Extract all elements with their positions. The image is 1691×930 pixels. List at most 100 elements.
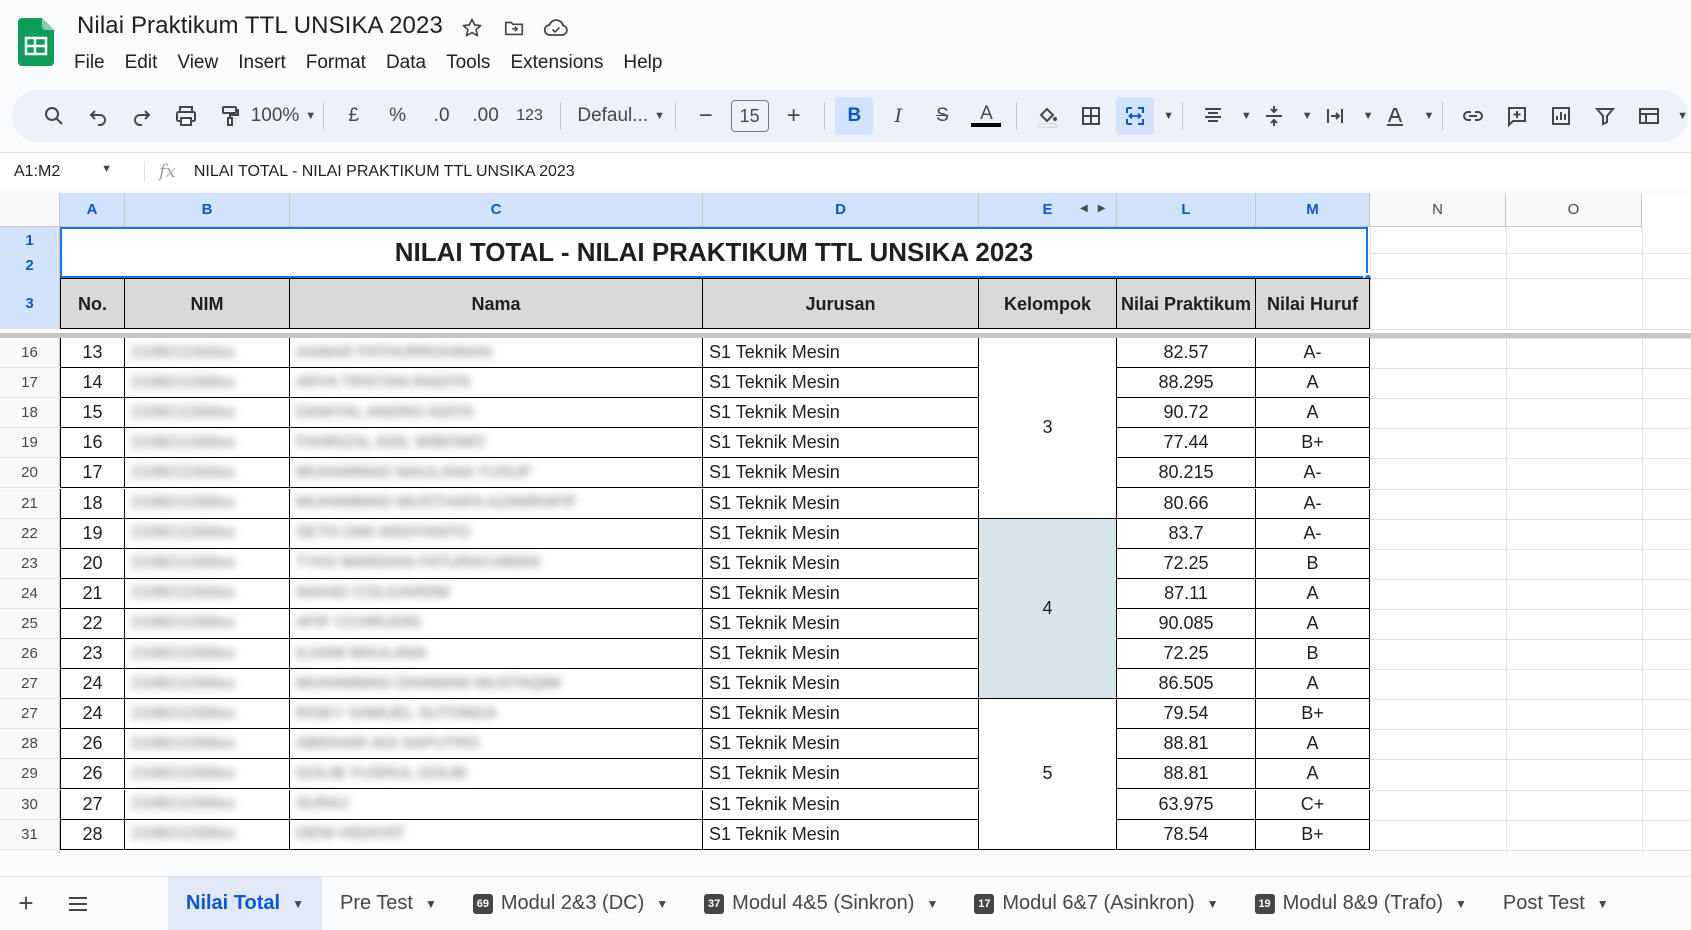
data-cell-huruf[interactable]: A [1256,368,1370,399]
borders-icon[interactable] [1072,97,1110,135]
data-cell-no[interactable]: 14 [60,368,125,399]
chevron-down-icon[interactable]: ▼ [656,897,668,911]
data-cell-nim[interactable]: 2108211500xx [125,428,290,459]
italic-button[interactable]: I [879,97,917,135]
data-cell-huruf[interactable]: B+ [1256,699,1370,730]
data-cell-nim[interactable]: 2108211500xx [125,669,290,700]
row-header-18[interactable]: 18 [0,398,60,429]
data-cell-nim[interactable]: 2108211500xx [125,699,290,730]
data-cell-nama[interactable]: TYAS MARDIAN FATURACHMAN [290,548,703,579]
bold-button[interactable]: B [835,97,874,135]
data-cell-no[interactable]: 16 [60,428,125,459]
font-size-input[interactable]: 15 [730,100,769,132]
row-header-24[interactable]: 24 [0,578,60,609]
menu-insert[interactable]: Insert [228,48,296,78]
column-header-m[interactable]: M [1256,193,1370,227]
row-header-26[interactable]: 26 [0,639,60,670]
data-cell-huruf[interactable]: A [1256,669,1370,700]
data-cell-no[interactable]: 28 [60,819,125,850]
data-cell-nilai[interactable]: 80.215 [1117,458,1256,489]
data-cell-nilai[interactable]: 88.81 [1117,729,1256,760]
data-cell-huruf[interactable]: A [1256,759,1370,790]
data-cell-nilai[interactable]: 80.66 [1117,488,1256,519]
data-cell-no[interactable]: 24 [60,669,125,700]
all-sheets-menu-icon[interactable] [52,884,104,924]
data-cell-nim[interactable]: 2108211500xx [125,789,290,820]
data-cell-no[interactable]: 26 [60,759,125,790]
search-menus-icon[interactable] [35,97,73,135]
fill-color-icon[interactable] [1028,97,1066,135]
data-cell-nim[interactable]: 2108211500xx [125,368,290,399]
data-cell-huruf[interactable]: A [1256,729,1370,760]
data-cell-nim[interactable]: 2108211500xx [125,819,290,850]
data-cell-nama[interactable]: SETO DWI ARDIYANTO [290,518,703,549]
data-cell-nim[interactable]: 2108211500xx [125,488,290,519]
increase-decimal-button[interactable]: .00 [467,97,505,135]
text-color-button[interactable]: A [967,97,1005,135]
row-header-25[interactable]: 25 [0,608,60,639]
data-cell-jurusan[interactable]: S1 Teknik Mesin [703,759,979,790]
chevron-down-icon[interactable]: ▼ [1455,897,1467,911]
kelompok-group-cell[interactable]: 5 [979,699,1117,850]
sheet-tab-modul-2-3-dc[interactable]: 69 Modul 2&3 (DC) ▼ [455,877,686,930]
data-cell-nama[interactable]: DANIYAL ANDRO ADITA [290,398,703,429]
spreadsheet-grid[interactable]: A B C D E L M N O ◀▶ 1 2 3 NILAI TOTAL - NILAI PRAKTI… [0,193,1691,853]
data-cell-nilai[interactable]: 82.57 [1117,338,1256,369]
row-header-30[interactable]: 30 [0,789,60,820]
data-cell-nilai[interactable]: 88.295 [1117,368,1256,399]
menu-format[interactable]: Format [296,48,376,78]
data-cell-jurusan[interactable]: S1 Teknik Mesin [703,518,979,549]
document-title[interactable]: Nilai Praktikum TTL UNSIKA 2023 [77,12,443,40]
more-formats-button[interactable]: 123 [511,97,549,135]
data-cell-nilai[interactable]: 72.25 [1117,639,1256,670]
sheet-tab-modul-8-9-trafo[interactable]: 19 Modul 8&9 (Trafo) ▼ [1237,877,1485,930]
data-cell-huruf[interactable]: A- [1256,458,1370,489]
data-cell-nama[interactable]: RISKY SAMUEL SUTONGA [290,699,703,730]
row-header-27[interactable]: 27 [0,699,60,730]
data-cell-jurusan[interactable]: S1 Teknik Mesin [703,458,979,489]
data-cell-nim[interactable]: 2108211500xx [125,608,290,639]
menu-tools[interactable]: Tools [436,48,500,78]
menu-data[interactable]: Data [376,48,436,78]
vertical-align-icon[interactable] [1255,97,1293,135]
data-cell-huruf[interactable]: B [1256,639,1370,670]
data-cell-huruf[interactable]: B [1256,548,1370,579]
data-cell-nama[interactable]: ILHAM MAULANA [290,639,703,670]
header-cell-nama[interactable]: Nama [290,278,703,329]
data-cell-nama[interactable]: AAMAR FATHURROHMAN [290,338,703,369]
text-rotation-icon[interactable] [1376,97,1414,135]
row-header-22[interactable]: 22 [0,518,60,549]
merge-cells-icon[interactable] [1116,97,1155,135]
data-cell-nim[interactable]: 2108211500xx [125,759,290,790]
row-header-16[interactable]: 16 [0,338,60,369]
data-cell-jurusan[interactable]: S1 Teknik Mesin [703,578,979,609]
data-cell-huruf[interactable]: A [1256,578,1370,609]
data-cell-nilai[interactable]: 90.72 [1117,398,1256,429]
row-header-21[interactable]: 21 [0,488,60,519]
sheet-tab-pre-test[interactable]: Pre Test ▼ [322,877,455,930]
data-cell-nim[interactable]: 2108211500xx [125,639,290,670]
data-cell-no[interactable]: 19 [60,518,125,549]
column-header-c[interactable]: C [290,193,703,227]
data-cell-nilai[interactable]: 83.7 [1117,518,1256,549]
row-header-23[interactable]: 23 [0,548,60,579]
header-cell-kelompok[interactable]: Kelompok [979,278,1117,329]
data-cell-nama[interactable]: ARYA TRISTAN RADITA [290,368,703,399]
chevron-down-icon[interactable]: ▼ [1241,110,1252,122]
data-cell-huruf[interactable]: A- [1256,338,1370,369]
paint-format-icon[interactable] [211,97,249,135]
data-cell-jurusan[interactable]: S1 Teknik Mesin [703,729,979,760]
data-cell-no[interactable]: 17 [60,458,125,489]
horizontal-align-icon[interactable] [1194,97,1232,135]
chevron-down-icon[interactable]: ▼ [926,897,938,911]
filter-views-icon[interactable] [1630,97,1668,135]
data-cell-huruf[interactable]: B+ [1256,819,1370,850]
merged-title-cell[interactable]: NILAI TOTAL - NILAI PRAKTIKUM TTL UNSIKA… [60,227,1368,278]
data-cell-jurusan[interactable]: S1 Teknik Mesin [703,608,979,639]
data-cell-no[interactable]: 15 [60,398,125,429]
name-box[interactable]: A1:M2 ▼ [0,163,120,181]
data-cell-no[interactable]: 27 [60,789,125,820]
sheet-tab-nilai-total[interactable]: Nilai Total ▼ [168,876,322,930]
data-cell-nama[interactable]: ABIDHAR ADI SAPUTRO [290,729,703,760]
row-header-29[interactable]: 29 [0,759,60,790]
